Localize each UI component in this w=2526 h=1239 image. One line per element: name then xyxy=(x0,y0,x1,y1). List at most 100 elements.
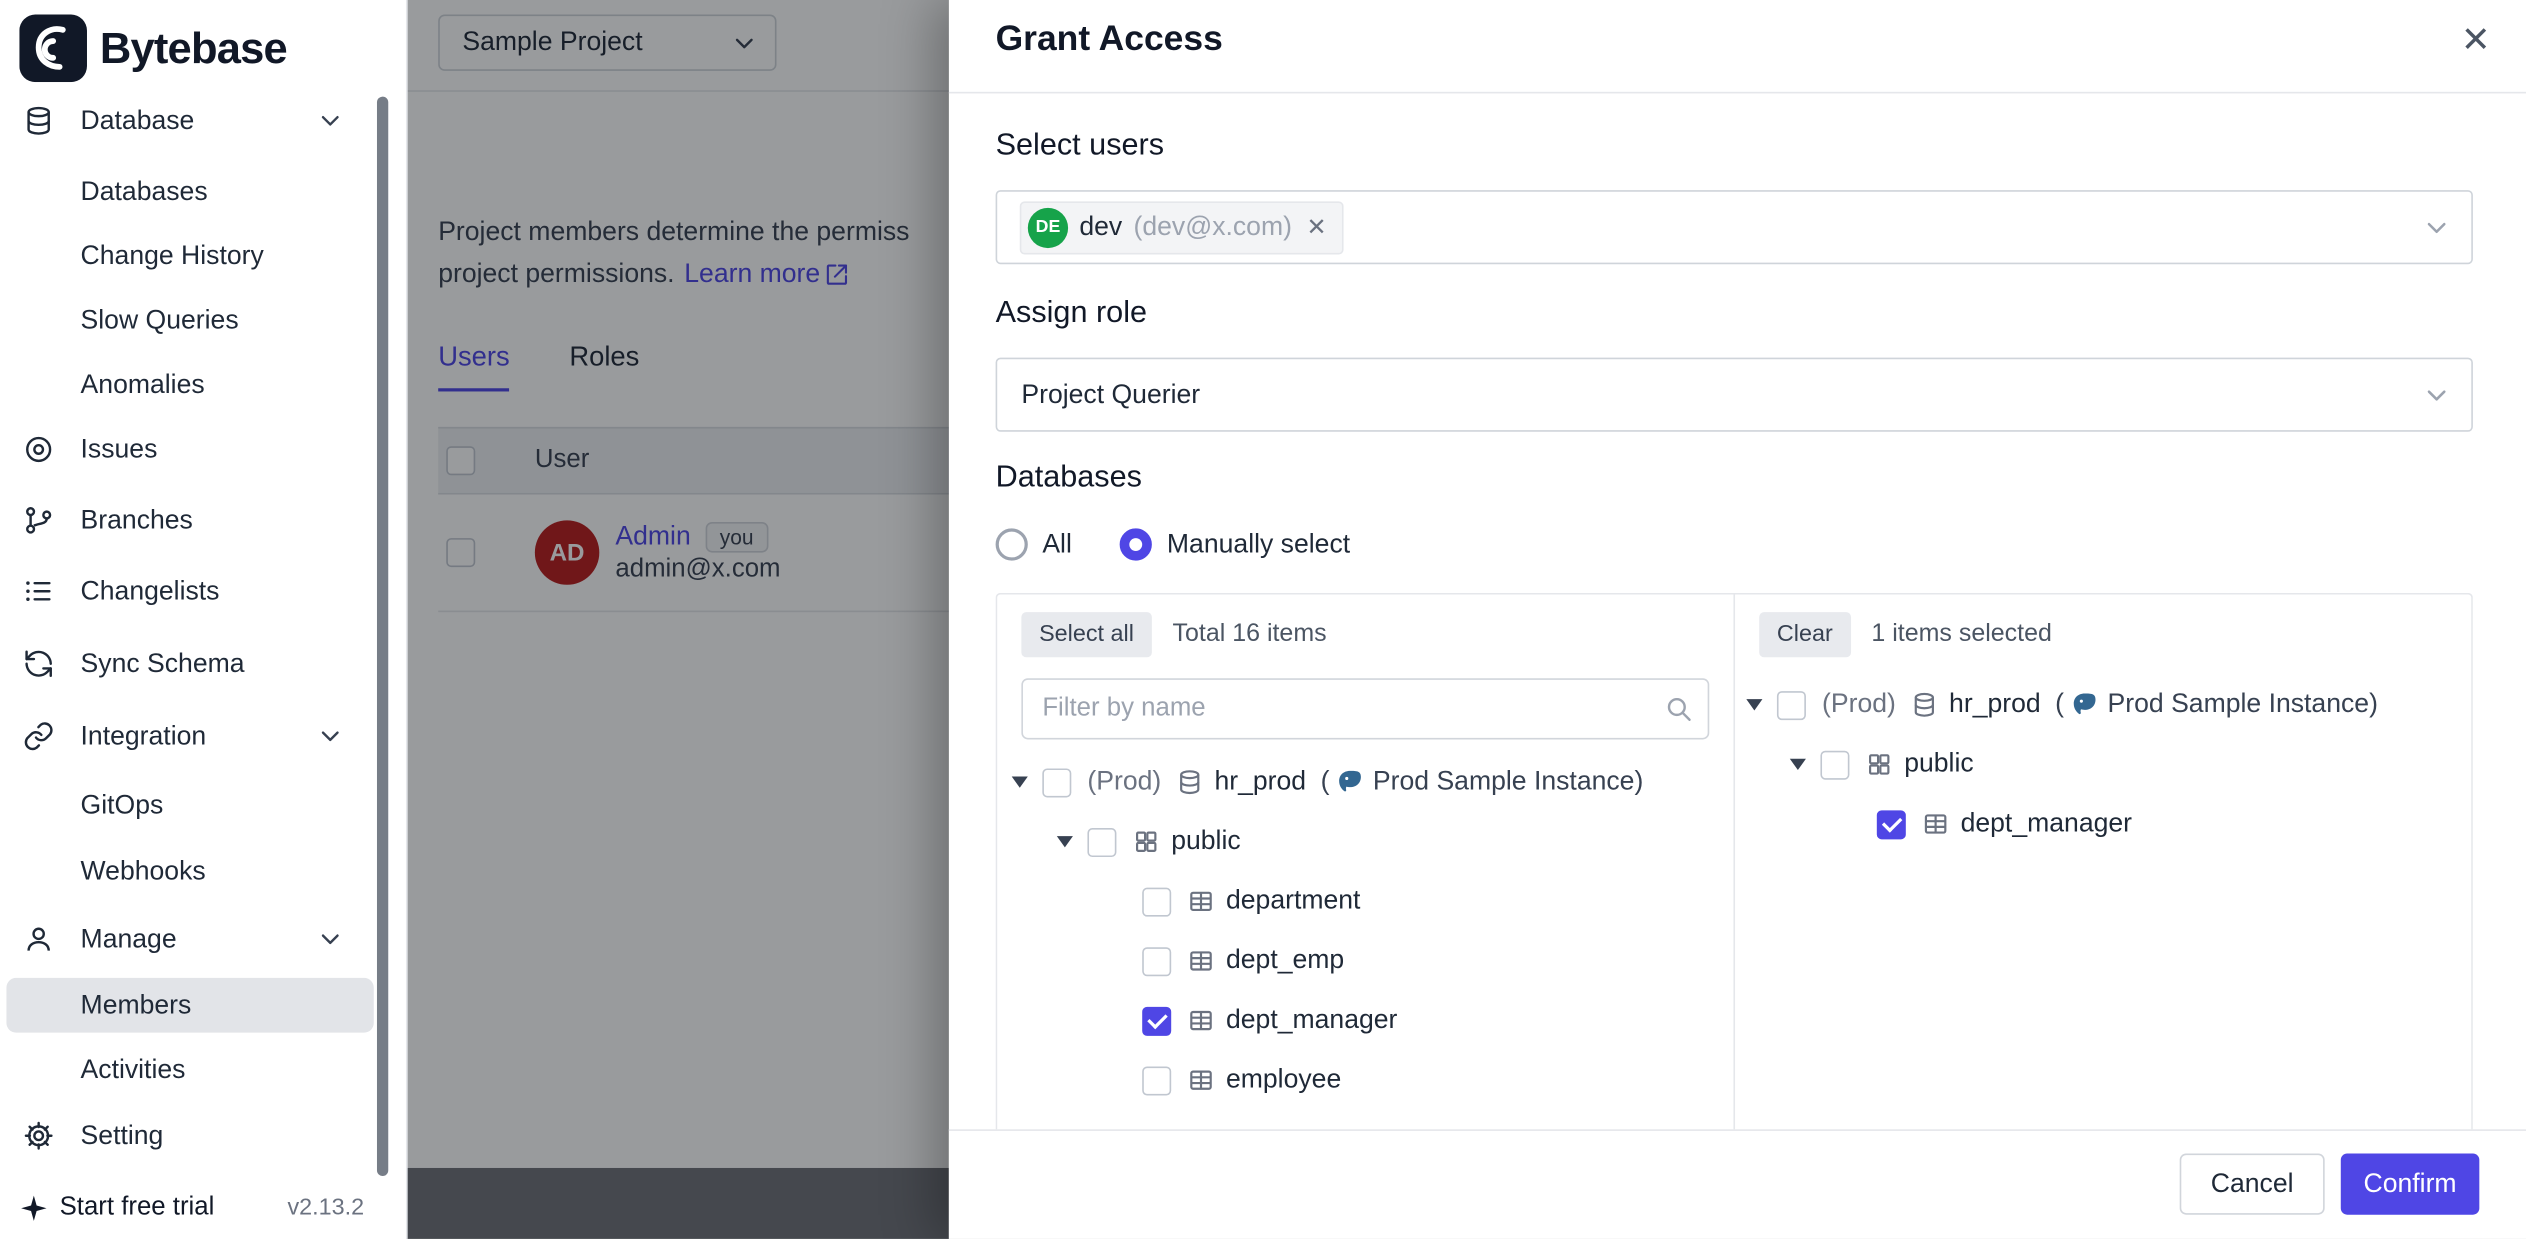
chip-email: (dev@x.com) xyxy=(1134,212,1292,243)
tree-row-database[interactable]: (Prod) hr_prod ( Prod Sample Instance) xyxy=(997,752,1733,812)
select-all-button[interactable]: Select all xyxy=(1021,612,1151,657)
sidebar-item-branches[interactable]: Branches xyxy=(6,493,373,548)
schema-name: public xyxy=(1904,749,1973,780)
tree-row-schema[interactable]: public xyxy=(1735,735,2471,795)
chevron-down-icon xyxy=(2421,212,2452,243)
version-label: v2.13.2 xyxy=(287,1195,364,1221)
role-select[interactable]: Project Querier xyxy=(996,358,2473,432)
branch-icon xyxy=(23,504,55,536)
tree-row-table[interactable]: dept_manager xyxy=(997,991,1733,1051)
close-icon[interactable]: ✕ xyxy=(2454,16,2497,64)
sidebar-item-sync-schema[interactable]: Sync Schema xyxy=(6,636,373,691)
caret-down-icon[interactable] xyxy=(1746,699,1762,710)
checkbox-checked[interactable] xyxy=(1877,810,1906,839)
clear-button[interactable]: Clear xyxy=(1759,612,1850,657)
table-icon xyxy=(1187,1066,1214,1093)
checkbox[interactable] xyxy=(1142,1066,1171,1095)
assign-role-label: Assign role xyxy=(996,296,1147,331)
tree-row-table[interactable]: dept_emp xyxy=(997,931,1733,991)
checkbox-checked[interactable] xyxy=(1142,1006,1171,1035)
sidebar-item-issues[interactable]: Issues xyxy=(6,422,373,477)
caret-down-icon[interactable] xyxy=(1790,759,1806,770)
radio-all[interactable] xyxy=(996,528,1028,560)
caret-down-icon[interactable] xyxy=(1012,777,1028,788)
sidebar-item-webhooks[interactable]: Webhooks xyxy=(6,844,373,899)
tree-row-schema[interactable]: public xyxy=(997,812,1733,872)
table-name: dept_manager xyxy=(1226,1005,1397,1036)
sidebar-item-databases[interactable]: Databases xyxy=(6,164,373,219)
start-free-trial-button[interactable]: Start free trial xyxy=(19,1194,214,1223)
checkbox[interactable] xyxy=(1820,750,1849,779)
sidebar-item-integration[interactable]: Integration xyxy=(6,709,373,764)
logo[interactable]: Bytebase xyxy=(19,14,287,82)
checkbox[interactable] xyxy=(1142,946,1171,975)
sidebar-item-activities[interactable]: Activities xyxy=(6,1042,373,1097)
cancel-button[interactable]: Cancel xyxy=(2180,1153,2325,1214)
sidebar-item-members[interactable]: Members xyxy=(6,978,373,1033)
sidebar-item-anomalies[interactable]: Anomalies xyxy=(6,358,373,413)
table-name: employee xyxy=(1226,1065,1341,1096)
checkbox[interactable] xyxy=(1142,887,1171,916)
table-icon xyxy=(1187,1007,1214,1034)
sidebar-item-setting[interactable]: Setting xyxy=(6,1108,373,1163)
tree-row-table[interactable]: dept_manager xyxy=(1735,794,2471,854)
users-select[interactable]: DE dev (dev@x.com) ✕ xyxy=(996,190,2473,264)
trial-label: Start free trial xyxy=(60,1194,215,1223)
env-label: (Prod) xyxy=(1822,690,1896,721)
table-icon xyxy=(1187,947,1214,974)
sidebar-item-change-history[interactable]: Change History xyxy=(6,229,373,284)
chevron-down-icon xyxy=(2421,379,2452,410)
database-transfer: Select all Total 16 items (Prod) hr_prod… xyxy=(996,593,2473,1131)
sync-icon xyxy=(23,648,55,680)
drawer-footer: Cancel Confirm xyxy=(949,1129,2526,1239)
checkbox[interactable] xyxy=(1777,690,1806,719)
sidebar-scrollbar[interactable] xyxy=(377,97,388,1176)
sidebar-item-label: Database xyxy=(81,106,195,137)
users-icon xyxy=(23,923,55,955)
checkbox[interactable] xyxy=(1087,827,1116,856)
selected-tree: (Prod) hr_prod ( Prod Sample Instance) p… xyxy=(1735,675,2471,854)
caret-down-icon[interactable] xyxy=(1057,836,1073,847)
chip-name: dev xyxy=(1079,212,1122,243)
app-root: Bytebase Database Databases Change Histo… xyxy=(0,0,2526,1239)
transfer-selected-panel: Clear 1 items selected (Prod) hr_prod ( … xyxy=(1733,594,2471,1130)
transfer-source-panel: Select all Total 16 items (Prod) hr_prod… xyxy=(997,594,1733,1130)
radio-manual-label: Manually select xyxy=(1167,529,1350,560)
list-icon xyxy=(23,575,55,607)
db-name: hr_prod xyxy=(1949,690,2041,721)
schema-icon xyxy=(1866,751,1893,778)
issues-icon xyxy=(23,433,55,465)
select-users-label: Select users xyxy=(996,129,1164,164)
database-icon xyxy=(23,105,55,137)
instance-name: Prod Sample Instance) xyxy=(1373,767,1643,798)
sidebar-item-manage[interactable]: Manage xyxy=(6,912,373,967)
tree-row-table[interactable]: department xyxy=(997,872,1733,932)
instance-icon xyxy=(2070,690,2099,719)
sparkle-icon xyxy=(19,1194,48,1223)
integration-icon xyxy=(23,720,55,752)
sidebar-item-gitops[interactable]: GitOps xyxy=(6,778,373,833)
chip-remove-icon[interactable]: ✕ xyxy=(1306,213,1326,242)
db-name: hr_prod xyxy=(1214,767,1306,798)
databases-label: Databases xyxy=(996,461,1142,496)
database-icon xyxy=(1176,768,1203,795)
instance-icon xyxy=(1336,768,1365,797)
instance-name: Prod Sample Instance) xyxy=(2108,690,2378,721)
checkbox[interactable] xyxy=(1042,768,1071,797)
sidebar: Bytebase Database Databases Change Histo… xyxy=(0,0,408,1239)
sidebar-item-changelists[interactable]: Changelists xyxy=(6,564,373,619)
filter-input[interactable] xyxy=(1021,678,1709,739)
table-name: dept_manager xyxy=(1961,809,2132,840)
radio-manually-select[interactable] xyxy=(1120,528,1152,560)
gear-icon xyxy=(23,1120,55,1152)
sidebar-item-database[interactable]: Database xyxy=(6,93,373,148)
logo-text: Bytebase xyxy=(100,23,287,73)
tree-row-table[interactable]: employee xyxy=(997,1050,1733,1110)
total-items-label: Total 16 items xyxy=(1173,620,1327,649)
confirm-button[interactable]: Confirm xyxy=(2341,1153,2480,1214)
sidebar-item-slow-queries[interactable]: Slow Queries xyxy=(6,293,373,348)
divider xyxy=(949,92,2526,94)
user-chip: DE dev (dev@x.com) ✕ xyxy=(1020,201,1343,254)
tree-row-database[interactable]: (Prod) hr_prod ( Prod Sample Instance) xyxy=(1735,675,2471,735)
table-name: dept_emp xyxy=(1226,946,1344,977)
